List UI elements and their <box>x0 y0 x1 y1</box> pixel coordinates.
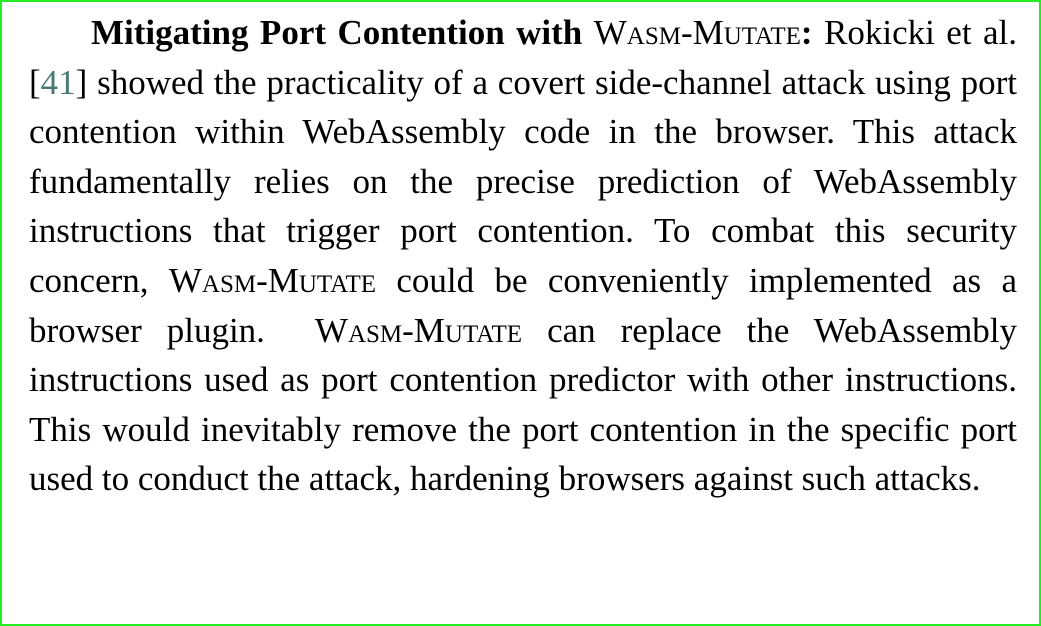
paragraph-frame: Mitigating Port Contention with Wasm-Mut… <box>0 0 1041 626</box>
paragraph-body: Mitigating Port Contention with Wasm-Mut… <box>29 8 1017 504</box>
tool-name-1: Wasm-Mutate <box>168 260 377 300</box>
heading-text: Mitigating Port Contention with <box>91 13 583 52</box>
tool-name-2: Wasm-Mutate <box>314 310 523 350</box>
heading-colon: : <box>800 13 813 52</box>
paragraph-heading: Mitigating Port Contention with Wasm-Mut… <box>91 13 813 52</box>
tool-name-heading: Wasm-Mutate <box>593 13 801 52</box>
citation-link[interactable]: 41 <box>41 63 76 102</box>
